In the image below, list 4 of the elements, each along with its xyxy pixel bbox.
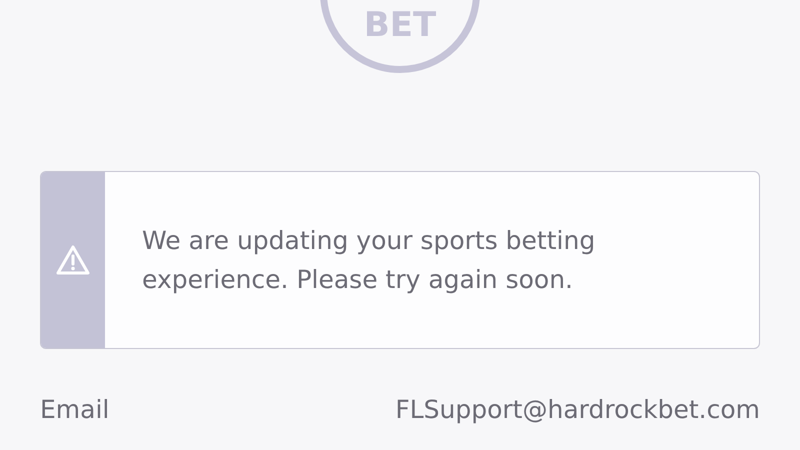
warning-icon bbox=[55, 244, 91, 276]
email-label: Email bbox=[40, 395, 110, 424]
alert-message: We are updating your sports betting experience. Please try again soon. bbox=[142, 225, 596, 296]
email-address[interactable]: FLSupport@hardrockbet.com bbox=[395, 395, 760, 424]
